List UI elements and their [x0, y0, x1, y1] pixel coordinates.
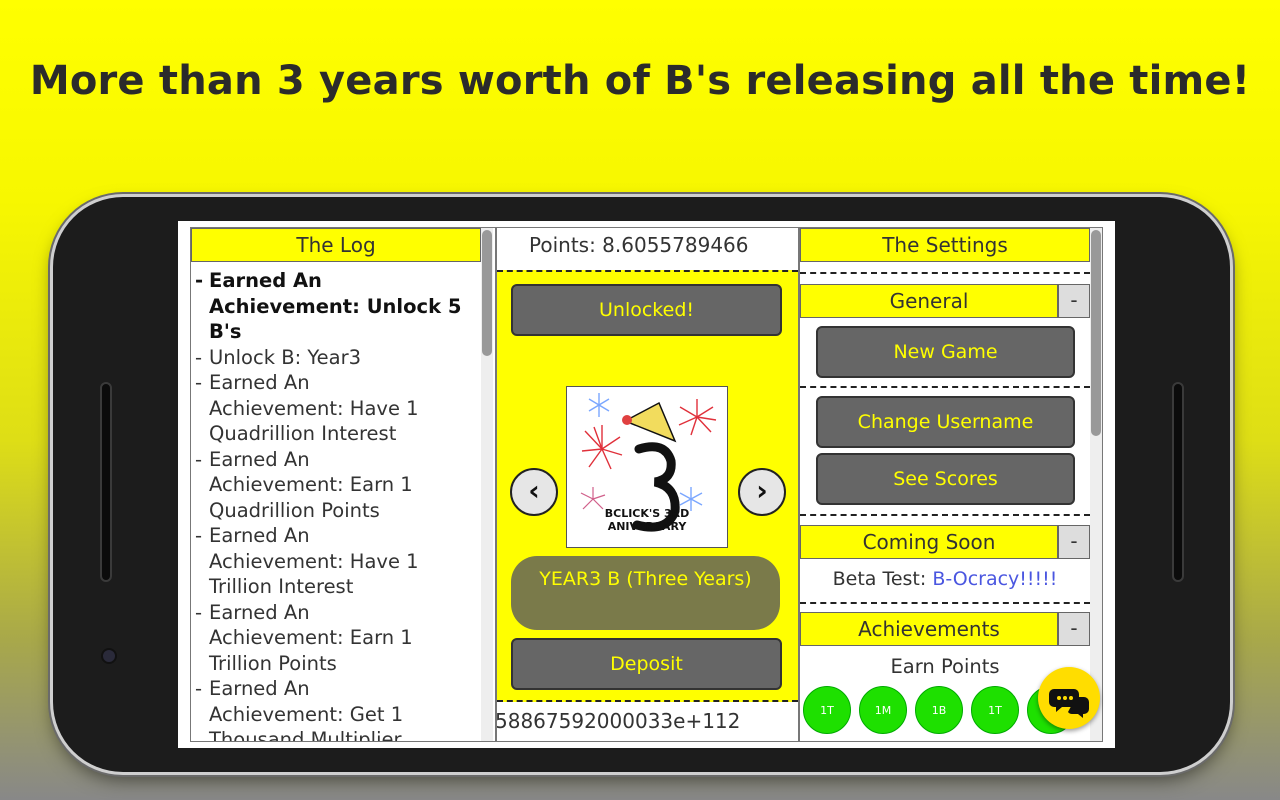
speaker-left: [100, 382, 112, 582]
new-game-button[interactable]: New Game: [816, 326, 1075, 378]
log-entry-line: Quadrillion Interest: [209, 422, 397, 445]
speaker-right: [1172, 382, 1184, 582]
log-list[interactable]: - Earned An Achievement: Unlock 5 B's - Unloc…: [191, 262, 495, 742]
chat-icon[interactable]: [1038, 667, 1100, 729]
points-value: 58867592000033e+112: [496, 709, 741, 733]
collapse-general-button[interactable]: -: [1058, 284, 1090, 318]
settings-scrollbar-thumb[interactable]: [1091, 230, 1101, 436]
achievement-badge[interactable]: 1T: [971, 686, 1019, 734]
screen: The Log - Earned An Achievement: Unlock 5B…: [178, 221, 1115, 748]
game-ui: The Log - Earned An Achievement: Unlock 5B…: [190, 227, 1103, 742]
unlocked-button[interactable]: Unlocked!: [511, 284, 782, 336]
log-entry-text: Earned An Achievement: Get 1 Thousand Mult…: [209, 676, 404, 742]
log-scrollbar[interactable]: [481, 228, 493, 741]
chevron-left-icon[interactable]: ‹: [510, 468, 558, 516]
log-entry-line: Earned An: [209, 447, 310, 471]
divider: [800, 602, 1090, 604]
log-entry-text: Earned An Achievement: Have 1 Trillion Int…: [209, 523, 419, 600]
log-entry-line: Achievement: Earn 1: [209, 626, 413, 649]
log-entry-text: Earned An Achievement: Earn 1 Quadrillion …: [209, 447, 413, 524]
log-entry-line: Achievement: Have 1: [209, 396, 419, 420]
log-entry-text: Earned An Achievement: Have 1 Quadrillion …: [209, 370, 419, 447]
settings-scrollbar[interactable]: [1090, 228, 1102, 741]
log-entry: - Earned An Achievement: Have 1 Quadrillion…: [195, 370, 481, 447]
log-panel: The Log - Earned An Achievement: Unlock 5B…: [190, 227, 496, 742]
log-entry: - Unlock B: Year3: [195, 345, 481, 371]
section-general: General -: [800, 284, 1090, 318]
b-card-image[interactable]: BCLICK'S 3RD ANIVERSARY: [566, 386, 728, 548]
section-coming-soon: Coming Soon -: [800, 525, 1090, 559]
log-entry: - Earned An Achievement: Unlock 5 B's: [195, 268, 481, 345]
log-entry-bullet: -: [195, 345, 203, 369]
log-entry-bullet: -: [195, 269, 204, 292]
log-entry-text: Earned An Achievement: Unlock 5 B's: [209, 268, 461, 345]
section-general-label: General: [800, 284, 1058, 318]
anniversary-b-art: BCLICK'S 3RD ANIVERSARY: [580, 393, 717, 533]
log-entry-bullet: -: [195, 600, 203, 624]
beta-test-link[interactable]: B-Ocracy!!!!!: [932, 568, 1057, 590]
log-entry-bullet: -: [195, 677, 203, 700]
collapse-coming-soon-button[interactable]: -: [1058, 525, 1090, 559]
section-achievements-label: Achievements: [800, 612, 1058, 646]
section-achievements: Achievements -: [800, 612, 1090, 646]
chevron-right-icon[interactable]: ›: [738, 468, 786, 516]
log-entry-line: Achievement: Have 1: [209, 549, 419, 573]
settings-title: The Settings: [800, 228, 1090, 262]
log-entry-line: Earned An: [209, 371, 310, 394]
log-entry-line: Earned An: [209, 269, 322, 292]
svg-text:ANIVERSARY: ANIVERSARY: [608, 520, 688, 533]
svg-text:BCLICK'S 3RD: BCLICK'S 3RD: [605, 507, 690, 520]
achievement-badge[interactable]: 1M: [859, 686, 907, 734]
log-entry-line: Earned An: [209, 524, 310, 547]
log-title: The Log: [191, 228, 481, 262]
chat-bubbles-icon: [1049, 689, 1089, 718]
headline: More than 3 years worth of B's releasing…: [29, 58, 1251, 104]
log-entry-line: Trillion Points: [209, 651, 337, 675]
achievement-badge[interactable]: 1B: [915, 686, 963, 734]
change-username-button[interactable]: Change Username: [816, 396, 1075, 448]
log-entry-text: Earned An Achievement: Earn 1 Trillion Poi…: [209, 600, 413, 677]
settings-panel: The Settings General - New Game Change U…: [799, 227, 1103, 742]
log-entry-line: B's: [209, 320, 242, 343]
divider: [800, 386, 1090, 388]
log-entry-line: Unlock B: Year3: [209, 345, 362, 369]
log-entry-line: Earned An: [209, 677, 310, 700]
log-entry: - Earned An Achievement: Get 1 Thousand Mul…: [195, 676, 481, 742]
see-scores-button[interactable]: See Scores: [816, 453, 1075, 505]
section-coming-soon-label: Coming Soon: [800, 525, 1058, 559]
deposit-button[interactable]: Deposit: [511, 638, 782, 690]
log-entry: - Earned An Achievement: Earn 1 Quadrillion…: [195, 447, 481, 524]
log-entry-line: Quadrillion Points: [209, 498, 380, 522]
b-name-label: YEAR3 B (Three Years): [511, 556, 780, 630]
camera-icon: [101, 648, 117, 664]
log-entry: - Earned An Achievement: Earn 1 Trillion Po…: [195, 600, 481, 677]
collapse-achievements-button[interactable]: -: [1058, 612, 1090, 646]
log-scrollbar-thumb[interactable]: [482, 230, 492, 356]
b-selector-area: Unlocked! ‹ BCLICK'S 3RD ANIVERSARY › YE…: [497, 270, 798, 702]
log-entry-bullet: -: [195, 524, 203, 547]
achievement-badge[interactable]: 1T: [803, 686, 851, 734]
log-entry-line: Achievement: Get 1: [209, 702, 404, 726]
b-panel: Points: 8.6055789466 Unlocked! ‹ BCLICK'…: [496, 227, 799, 742]
beta-test-label: Beta Test:: [832, 568, 933, 590]
points-display: Points: 8.6055789466: [529, 233, 749, 257]
log-entry-bullet: -: [195, 371, 203, 394]
beta-test-text: Beta Test: B-Ocracy!!!!!: [800, 568, 1090, 590]
log-entry-line: Achievement: Earn 1: [209, 473, 413, 496]
log-entry-line: Achievement: Unlock 5: [209, 294, 462, 318]
log-entry: - Earned An Achievement: Have 1 Trillion In…: [195, 523, 481, 600]
log-entry-line: Earned An: [209, 600, 310, 624]
log-entry-bullet: -: [195, 447, 203, 471]
divider: [800, 514, 1090, 516]
log-entry-text: Unlock B: Year3: [209, 345, 361, 371]
divider: [800, 262, 1090, 274]
log-entry-line: Trillion Interest: [209, 575, 354, 598]
log-entry-line: Thousand Multiplier: [209, 728, 402, 742]
